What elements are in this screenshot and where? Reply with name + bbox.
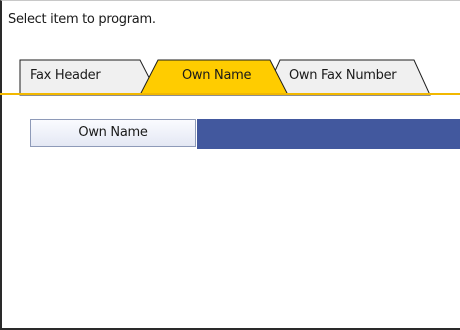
own-name-value-display[interactable] [197,119,460,149]
tab-own-fax-number[interactable]: Own Fax Number [280,59,420,95]
tab-underline [0,93,460,95]
tab-fax-header-label: Fax Header [30,68,101,83]
tab-own-name[interactable]: Own Name [150,59,280,95]
own-name-field-button[interactable]: Own Name [30,119,196,147]
tab-own-fax-number-label: Own Fax Number [289,68,397,83]
tab-own-name-label: Own Name [182,68,252,83]
own-name-row: Own Name [30,119,460,149]
tab-fax-header[interactable]: Fax Header [20,59,150,95]
